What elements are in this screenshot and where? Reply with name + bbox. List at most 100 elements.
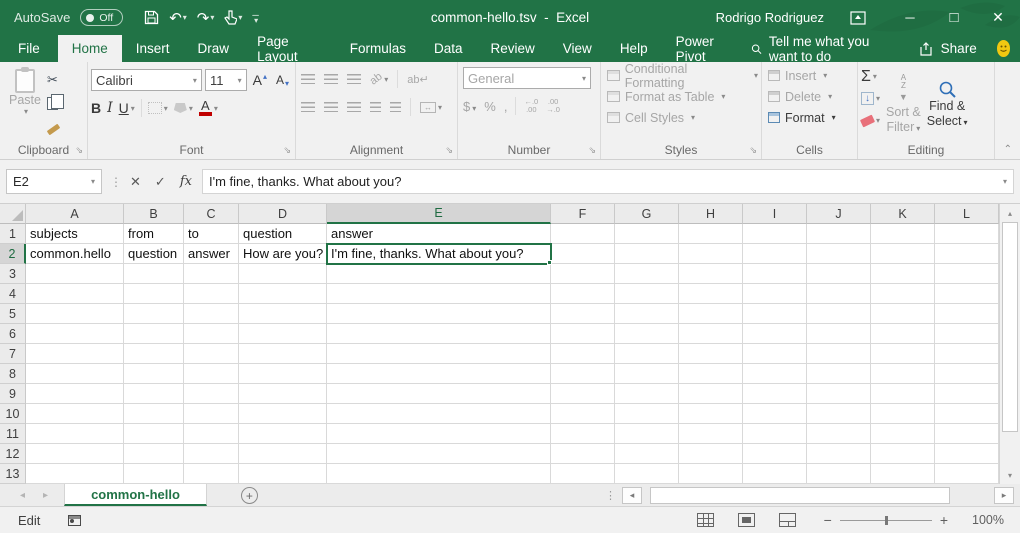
tab-draw[interactable]: Draw xyxy=(184,35,244,62)
align-right-icon[interactable] xyxy=(347,102,361,112)
zoom-slider-thumb[interactable] xyxy=(885,516,888,525)
maximize-button[interactable]: □ xyxy=(932,0,976,35)
select-all-corner[interactable] xyxy=(0,204,26,224)
enter-entry-button[interactable]: ✓ xyxy=(155,174,166,190)
tab-insert[interactable]: Insert xyxy=(122,35,184,62)
save-button[interactable] xyxy=(141,10,162,25)
page-break-preview-button[interactable] xyxy=(779,513,796,527)
row-header-13[interactable]: 13 xyxy=(0,464,26,484)
scroll-right-button[interactable]: ▸ xyxy=(994,487,1014,504)
increase-font-size-button[interactable]: A ▴ xyxy=(250,71,270,89)
normal-view-button[interactable] xyxy=(697,513,714,527)
cell-c2[interactable]: answer xyxy=(184,244,239,264)
cell-b2[interactable]: question xyxy=(124,244,184,264)
orientation-button[interactable]: ab ▾ xyxy=(370,73,388,85)
dialog-launcher-icon[interactable]: ⇘ xyxy=(588,145,596,156)
tab-data[interactable]: Data xyxy=(420,35,477,62)
format-cells-button[interactable]: Format ▾ xyxy=(768,107,854,128)
touch-mode-button[interactable]: ▾ xyxy=(221,10,245,25)
zoom-slider[interactable] xyxy=(840,520,932,521)
row-header-3[interactable]: 3 xyxy=(0,264,26,284)
zoom-level[interactable]: 100% xyxy=(968,513,1004,527)
cell-styles-button[interactable]: Cell Styles ▾ xyxy=(607,107,758,128)
conditional-formatting-button[interactable]: Conditional Formatting ▾ xyxy=(607,65,758,86)
close-button[interactable]: ✕ xyxy=(976,0,1020,35)
sort-filter-button[interactable]: A Z ▼ Sort & Filter▾ xyxy=(886,65,921,143)
horizontal-scrollbar-thumb[interactable] xyxy=(650,487,950,504)
decrease-indent-icon[interactable] xyxy=(370,102,381,112)
row-header-8[interactable]: 8 xyxy=(0,364,26,384)
clear-button[interactable]: ▾ xyxy=(861,111,880,130)
row-header-10[interactable]: 10 xyxy=(0,404,26,424)
fill-color-button[interactable]: ▾ xyxy=(174,103,193,113)
cell-b1[interactable]: from xyxy=(124,224,184,244)
align-middle-icon[interactable] xyxy=(324,74,338,84)
vertical-scrollbar-thumb[interactable] xyxy=(1002,222,1018,432)
expand-formula-bar-icon[interactable]: ▾ xyxy=(1003,177,1007,186)
format-painter-button[interactable] xyxy=(47,117,64,135)
autosave-toggle[interactable]: Off xyxy=(80,9,123,26)
insert-cells-button[interactable]: Insert ▾ xyxy=(768,65,854,86)
comma-style-button[interactable]: , xyxy=(504,99,508,114)
merge-center-button[interactable]: ↔ ▾ xyxy=(420,102,442,113)
column-header-j[interactable]: J xyxy=(807,204,871,224)
increase-decimal-button[interactable]: ←.0 .00 xyxy=(524,98,538,114)
next-sheet-button[interactable]: ▸ xyxy=(43,490,48,501)
share-button[interactable]: Share xyxy=(920,41,977,56)
formula-bar-handle[interactable]: ⋮ xyxy=(110,175,122,189)
underline-button[interactable]: U ▾ xyxy=(119,100,135,116)
column-header-d[interactable]: D xyxy=(239,204,327,224)
cell-c1[interactable]: to xyxy=(184,224,239,244)
fill-handle[interactable] xyxy=(547,260,552,265)
accounting-format-button[interactable]: $▾ xyxy=(463,99,476,114)
decrease-decimal-button[interactable]: .00 →.0 xyxy=(546,98,560,114)
decrease-font-size-button[interactable]: A ▾ xyxy=(273,72,292,89)
tab-split-handle[interactable]: ⋮ xyxy=(605,489,614,502)
row-header-12[interactable]: 12 xyxy=(0,444,26,464)
tell-me-search[interactable]: Tell me what you want to do xyxy=(751,34,898,64)
row-header-2-selected[interactable]: 2 xyxy=(0,244,26,264)
cell-d1[interactable]: question xyxy=(239,224,327,244)
scroll-down-button[interactable]: ▾ xyxy=(1000,466,1020,484)
font-color-button[interactable]: A ▾ xyxy=(199,100,218,116)
font-size-combobox[interactable]: 11 ▾ xyxy=(205,69,247,91)
italic-button[interactable]: I xyxy=(107,100,113,116)
column-header-h[interactable]: H xyxy=(679,204,743,224)
copy-button[interactable]: ▾ xyxy=(47,94,64,112)
tab-home[interactable]: Home xyxy=(58,35,122,62)
row-header-5[interactable]: 5 xyxy=(0,304,26,324)
scroll-left-button[interactable]: ◂ xyxy=(622,487,642,504)
wrap-text-button[interactable]: ab↵ xyxy=(407,73,428,86)
cut-button[interactable]: ✂ xyxy=(47,71,64,89)
column-header-c[interactable]: C xyxy=(184,204,239,224)
number-format-combobox[interactable]: General ▾ xyxy=(463,67,591,89)
column-header-i[interactable]: I xyxy=(743,204,807,224)
increase-indent-icon[interactable] xyxy=(390,102,401,112)
font-name-combobox[interactable]: Calibri ▾ xyxy=(91,69,202,91)
cell-e2-active-editing[interactable]: I'm fine, thanks. What about you? xyxy=(326,243,552,265)
align-left-icon[interactable] xyxy=(301,102,315,112)
cancel-entry-button[interactable]: ✕ xyxy=(130,174,141,190)
align-bottom-icon[interactable] xyxy=(347,74,361,84)
cell-a2[interactable]: common.hello xyxy=(26,244,124,264)
horizontal-scrollbar-track[interactable] xyxy=(958,487,986,504)
delete-cells-button[interactable]: Delete ▾ xyxy=(768,86,854,107)
cell-a1[interactable]: subjects xyxy=(26,224,124,244)
tab-help[interactable]: Help xyxy=(606,35,662,62)
tab-review[interactable]: Review xyxy=(477,35,549,62)
row-header-6[interactable]: 6 xyxy=(0,324,26,344)
formula-input[interactable]: I'm fine, thanks. What about you? ▾ xyxy=(202,169,1014,194)
row-header-11[interactable]: 11 xyxy=(0,424,26,444)
tab-page-layout[interactable]: Page Layout xyxy=(243,35,336,62)
column-header-l[interactable]: L xyxy=(935,204,999,224)
feedback-smiley-button[interactable] xyxy=(997,40,1010,57)
scroll-up-button[interactable]: ▴ xyxy=(1000,204,1020,222)
ribbon-display-options-button[interactable] xyxy=(850,11,866,25)
dialog-launcher-icon[interactable]: ⇘ xyxy=(749,145,757,156)
column-header-g[interactable]: G xyxy=(615,204,679,224)
tab-power-pivot[interactable]: Power Pivot xyxy=(662,35,751,62)
page-layout-view-button[interactable] xyxy=(738,513,755,527)
column-header-k[interactable]: K xyxy=(871,204,935,224)
minimize-button[interactable]: ─ xyxy=(888,0,932,35)
column-header-f[interactable]: F xyxy=(551,204,615,224)
